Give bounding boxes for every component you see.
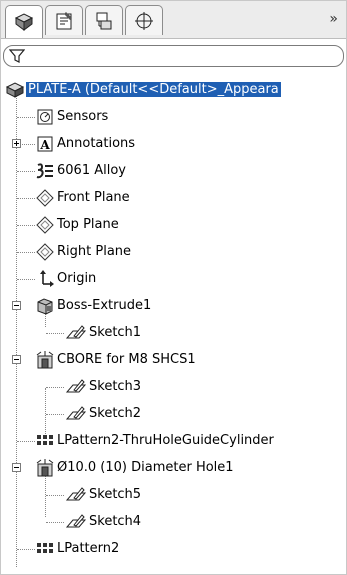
tab-configuration-manager[interactable] <box>85 5 123 35</box>
tree-item-lpattern2-thruhole[interactable]: LPattern2-ThruHoleGuideCylinder <box>1 428 347 455</box>
tree-connector <box>46 414 64 415</box>
tree-filter-input[interactable] <box>3 45 344 67</box>
tree-item-lpattern2[interactable]: LPattern2 <box>1 536 347 563</box>
svg-text:A: A <box>39 138 50 152</box>
tree-item-sketch2[interactable]: Sketch2 <box>1 401 347 428</box>
tree-item-label: Top Plane <box>57 217 119 232</box>
plane-icon <box>35 242 55 262</box>
origin-icon <box>35 269 55 289</box>
tree-item-label: Right Plane <box>57 244 132 259</box>
configuration-manager-icon <box>96 12 112 29</box>
plane-icon <box>35 188 55 208</box>
tree-item-label: Sensors <box>57 109 109 124</box>
property-manager-icon <box>56 11 72 29</box>
tree-item-label: Sketch4 <box>89 514 142 529</box>
tree-root-label: PLATE-A (Default<<Default>_Appeara <box>26 82 281 97</box>
tree-item-right-plane[interactable]: Right Plane <box>1 239 347 266</box>
hole-wizard-icon <box>35 458 55 478</box>
expand-toggle[interactable] <box>12 139 21 148</box>
extrude-icon <box>35 296 55 316</box>
tree-item-label: Ø10.0 (10) Diameter Hole1 <box>57 460 234 475</box>
feature-manager-panel: » PLATE-A (Default<<Default>_Appeara Sen… <box>0 0 347 575</box>
tree-connector <box>46 387 64 388</box>
tree-item-label: Sketch3 <box>89 379 142 394</box>
linear-pattern-icon <box>35 539 55 559</box>
tree-connector <box>17 117 35 118</box>
tree-item-label: Boss-Extrude1 <box>57 298 152 313</box>
sketch-icon <box>65 323 87 343</box>
more-tabs-button[interactable]: » <box>329 11 338 27</box>
dimxpert-manager-icon <box>135 11 153 30</box>
tree-item-front-plane[interactable]: Front Plane <box>1 185 347 212</box>
tree-connector <box>17 225 35 226</box>
tree-item-sketch5[interactable]: Sketch5 <box>1 482 347 509</box>
tree-connector <box>46 522 64 523</box>
tree-connector <box>17 171 35 172</box>
tree-item-label: Origin <box>57 271 97 286</box>
tab-property-manager[interactable] <box>45 5 83 35</box>
tree-item-label: LPattern2-ThruHoleGuideCylinder <box>57 433 274 448</box>
filter-icon <box>9 49 25 63</box>
tree-item-label: Annotations <box>57 136 136 151</box>
sensors-icon <box>35 107 55 127</box>
sketch-icon <box>65 404 87 424</box>
sketch-icon <box>65 485 87 505</box>
tree-item-annotations[interactable]: A Annotations <box>1 131 347 158</box>
tab-feature-manager[interactable] <box>5 5 43 38</box>
tree-item-label: CBORE for M8 SHCS1 <box>57 352 196 367</box>
manager-tab-bar: » <box>1 1 346 39</box>
tree-item-sensors[interactable]: Sensors <box>1 104 347 131</box>
hole-wizard-icon <box>35 350 55 370</box>
tree-connector <box>46 333 64 334</box>
tree-item-material[interactable]: 6061 Alloy <box>1 158 347 185</box>
tree-connector <box>17 252 35 253</box>
part-icon <box>5 80 25 100</box>
material-icon <box>35 161 55 181</box>
tree-item-label: Front Plane <box>57 190 130 205</box>
sketch-icon <box>65 377 87 397</box>
tree-connector <box>22 144 35 145</box>
annotations-icon: A <box>35 134 55 154</box>
tab-dimxpert-manager[interactable] <box>125 5 163 35</box>
tree-item-label: LPattern2 <box>57 541 120 556</box>
tree-item-sketch4[interactable]: Sketch4 <box>1 509 347 536</box>
tree-item-origin[interactable]: Origin <box>1 266 347 293</box>
tree-item-sketch3[interactable]: Sketch3 <box>1 374 347 401</box>
tree-connector <box>17 279 35 280</box>
tree-item-label: 6061 Alloy <box>57 163 126 178</box>
tree-item-label: Sketch1 <box>89 325 142 340</box>
sketch-icon <box>65 512 87 532</box>
tree-item-label: Sketch2 <box>89 406 142 421</box>
collapse-toggle[interactable] <box>12 355 21 364</box>
tree-connector <box>46 495 64 496</box>
tree-connector <box>17 441 35 442</box>
linear-pattern-icon <box>35 431 55 451</box>
tree-item-cbore-m8[interactable]: CBORE for M8 SHCS1 <box>1 347 347 374</box>
tree-item-sketch1[interactable]: Sketch1 <box>1 320 347 347</box>
tree-root-part[interactable]: PLATE-A (Default<<Default>_Appeara <box>1 77 347 104</box>
tree-item-top-plane[interactable]: Top Plane <box>1 212 347 239</box>
collapse-toggle[interactable] <box>12 301 21 310</box>
tree-item-boss-extrude1[interactable]: Boss-Extrude1 <box>1 293 347 320</box>
collapse-toggle[interactable] <box>12 463 21 472</box>
tree-connector <box>17 198 35 199</box>
tree-connector <box>17 549 35 550</box>
feature-manager-icon <box>14 13 34 31</box>
tree-item-label: Sketch5 <box>89 487 142 502</box>
plane-icon <box>35 215 55 235</box>
tree-item-diameter-hole1[interactable]: Ø10.0 (10) Diameter Hole1 <box>1 455 347 482</box>
